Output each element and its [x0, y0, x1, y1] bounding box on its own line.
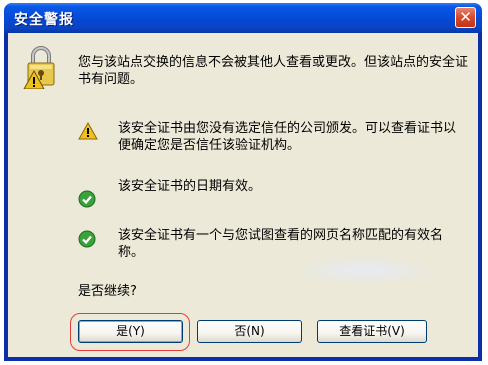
close-button[interactable]: ✕ — [455, 7, 476, 28]
title-bar[interactable]: 安全警报 ✕ — [4, 3, 482, 33]
continue-prompt: 是否继续? — [78, 284, 137, 299]
dialog-title: 安全警报 — [14, 12, 74, 28]
warning-icon — [78, 122, 98, 140]
check-icon — [78, 190, 96, 208]
item-date-valid: 该安全证书的日期有效。 — [118, 179, 262, 194]
view-certificate-button[interactable]: 查看证书(V) — [317, 320, 427, 343]
no-button[interactable]: 否(N) — [197, 320, 302, 343]
main-message: 您与该站点交换的信息不会被其他人查看或更改。但该站点的安全证书有问题。 — [78, 55, 469, 87]
blurred-region — [290, 255, 440, 285]
highlight-annotation — [70, 313, 190, 351]
check-icon — [78, 230, 96, 248]
lock-warning-icon — [23, 46, 55, 89]
item-untrusted-issuer: 该安全证书由您没有选定信任的公司颁发。可以查看证书以便确定您是否信任该验证机构。 — [118, 121, 457, 153]
close-icon: ✕ — [459, 8, 472, 26]
